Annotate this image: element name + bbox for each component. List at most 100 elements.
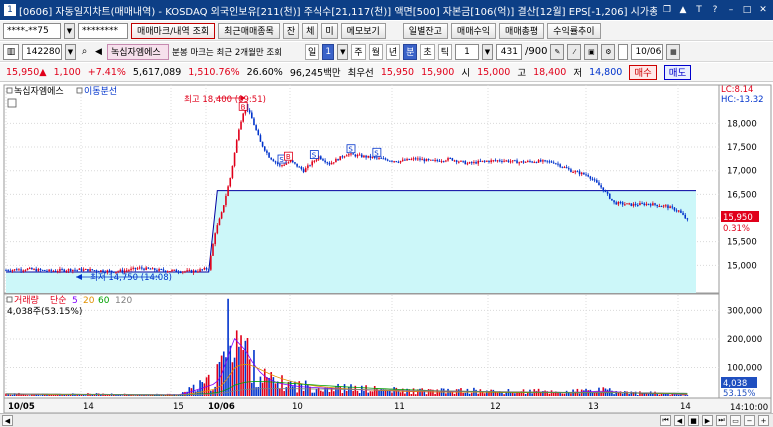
stock-code-input[interactable]: 142280: [22, 43, 62, 60]
legend-checkbox-icon[interactable]: [76, 87, 83, 94]
period-second[interactable]: 초: [420, 43, 435, 60]
prev-icon[interactable]: ◀: [674, 415, 685, 426]
chart-icon[interactable]: ▥: [3, 43, 19, 60]
close-icon[interactable]: ✕: [757, 4, 769, 16]
period-week[interactable]: 주: [351, 43, 366, 60]
legend-checkbox-icon[interactable]: [6, 296, 13, 303]
y-tick-label: 100,000: [727, 363, 762, 373]
best-ask: 15,950: [380, 66, 415, 78]
period-interval[interactable]: 1: [322, 43, 335, 60]
chevron-down-icon[interactable]: ▼: [65, 43, 76, 60]
zoom-in-icon[interactable]: +: [758, 415, 769, 426]
last-page-icon[interactable]: ⏭: [716, 415, 727, 426]
candle-body: [667, 205, 669, 209]
candle-body: [529, 160, 531, 162]
candle-body: [214, 233, 216, 245]
password-field[interactable]: ********: [78, 22, 128, 39]
calendar-icon[interactable]: ▦: [666, 43, 681, 60]
candle-body: [505, 160, 508, 162]
pin-icon[interactable]: ▲: [677, 4, 689, 16]
yield-trend-button[interactable]: 수익률추이: [547, 22, 601, 39]
speaker-icon[interactable]: ◀: [93, 44, 104, 60]
legend-moving-avg: 이동분선: [84, 86, 117, 97]
volume-bar: [259, 376, 262, 396]
candle-body: [626, 203, 628, 205]
save-icon[interactable]: ▣: [584, 43, 599, 60]
candle-body: [531, 161, 533, 163]
period-tick[interactable]: 틱: [437, 43, 452, 60]
candle-body: [210, 255, 212, 270]
candle-body: [311, 161, 313, 166]
volume-bar: [222, 351, 225, 396]
candle-body: [533, 162, 536, 164]
unexecuted-button[interactable]: 미: [321, 22, 338, 39]
volume-bar: [391, 392, 393, 396]
buy-button[interactable]: 매수: [629, 64, 657, 80]
period-year[interactable]: 년: [385, 43, 401, 60]
executed-button[interactable]: 체: [302, 22, 319, 39]
scroll-left-icon[interactable]: ◀: [2, 415, 13, 426]
period-minute[interactable]: 분: [403, 43, 418, 60]
chevron-down-icon[interactable]: ▼: [64, 22, 75, 39]
trade-mark-query-button[interactable]: 매매마크/내역 조회: [131, 22, 216, 39]
date-checkbox[interactable]: [618, 43, 629, 60]
chevron-down-icon[interactable]: ▼: [481, 43, 493, 60]
restore-icon[interactable]: ❐: [661, 4, 673, 16]
interval-input[interactable]: 1: [454, 43, 479, 60]
help-icon[interactable]: ?: [709, 4, 721, 16]
stock-name-field[interactable]: 녹십자엠에스: [107, 43, 169, 60]
candle-body: [440, 161, 443, 163]
text-icon[interactable]: T: [693, 4, 705, 16]
candle-body: [522, 161, 525, 163]
volume-bar: [658, 394, 661, 396]
line-tool-icon[interactable]: ⁄: [567, 43, 582, 60]
candle-body: [266, 150, 268, 153]
volume-bar: [518, 392, 520, 396]
candle-body: [649, 204, 652, 206]
count-input[interactable]: 431: [495, 43, 522, 60]
candle-body: [97, 271, 100, 273]
search-icon[interactable]: ⌕: [79, 44, 90, 60]
candle-body: [125, 270, 128, 272]
sell-button[interactable]: 매도: [663, 64, 692, 80]
volume-bar: [147, 395, 150, 396]
first-page-icon[interactable]: ⏮: [660, 415, 671, 426]
gear-icon[interactable]: ⚙: [601, 43, 616, 60]
candle-body: [488, 160, 490, 163]
legend-checkbox-icon[interactable]: [6, 87, 13, 94]
period-month[interactable]: 월: [368, 43, 383, 60]
volume-bar: [621, 393, 624, 396]
panel-toggle-icon[interactable]: [7, 98, 17, 108]
maximize-icon[interactable]: □: [741, 4, 753, 16]
chart-area[interactable]: BSBSSS 15,00015,50016,00016,50017,00017,…: [0, 83, 773, 414]
stop-icon[interactable]: ■: [688, 415, 699, 426]
candle-body: [248, 110, 251, 113]
volume-bar: [479, 389, 482, 396]
volume-bar: [434, 393, 436, 396]
period-day[interactable]: 일: [305, 43, 320, 60]
candle-body: [147, 267, 150, 269]
candle-body: [136, 268, 139, 270]
next-icon[interactable]: ▶: [702, 415, 713, 426]
volume-bar: [468, 393, 471, 396]
date-input[interactable]: 10/06: [631, 43, 664, 60]
daily-balance-button[interactable]: 일별잔고: [402, 22, 448, 39]
candle-body: [354, 154, 357, 157]
chevron-down-icon[interactable]: ▼: [337, 43, 349, 60]
memo-button[interactable]: 메모보기: [340, 22, 386, 39]
candle-body: [639, 203, 641, 206]
trade-summary-button[interactable]: 매매총평: [499, 22, 545, 39]
draw-icon[interactable]: ✎: [550, 43, 565, 60]
best-bid: 15,900: [421, 66, 455, 78]
count-total: /900: [524, 46, 548, 57]
trade-profit-button[interactable]: 매매수익: [450, 22, 497, 39]
zoom-out-icon[interactable]: −: [744, 415, 755, 426]
candle-body: [283, 164, 285, 166]
balance-button[interactable]: 잔: [282, 22, 300, 39]
minimize-icon[interactable]: –: [725, 4, 737, 16]
recent-trades-button[interactable]: 최근매매종목: [218, 22, 280, 39]
chart-svg[interactable]: BSBSSS 15,00015,50016,00016,50017,00017,…: [0, 83, 773, 414]
turnover-rate: 26.60%: [246, 66, 283, 78]
account-select[interactable]: ****-**75: [3, 22, 61, 39]
window-icon[interactable]: ▭: [730, 415, 741, 426]
